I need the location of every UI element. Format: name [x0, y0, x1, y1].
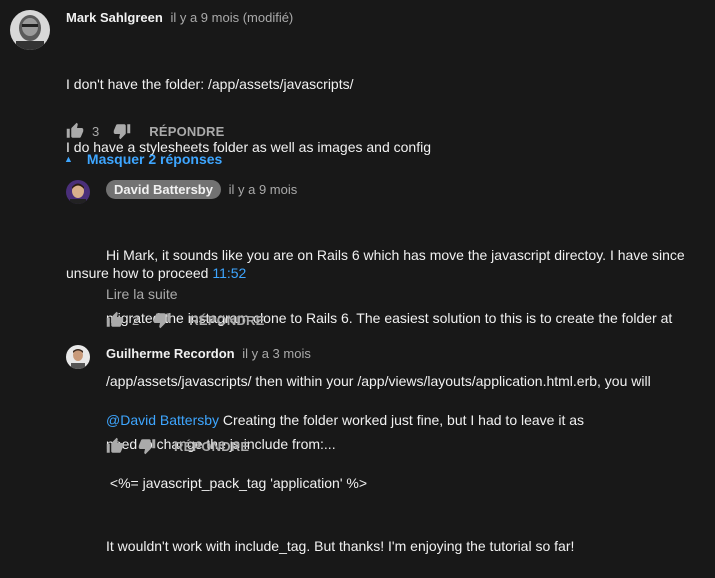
like-count: 2 [132, 312, 140, 328]
reply-line: Hi Mark, it sounds like you are on Rails… [106, 247, 685, 263]
thumb-down-icon[interactable] [113, 122, 131, 140]
hide-replies-button[interactable]: ▲ Masquer 2 réponses [64, 151, 222, 167]
avatar[interactable] [10, 10, 50, 50]
reply-button[interactable]: RÉPONDRE [149, 124, 224, 139]
comment-time[interactable]: il y a 3 mois [242, 346, 311, 361]
like-count: 3 [92, 123, 100, 139]
comment-time[interactable]: il y a 9 mois (modifié) [170, 10, 293, 25]
comment-time[interactable]: il y a 9 mois [229, 182, 298, 197]
reply-actions: RÉPONDRE [106, 437, 249, 455]
reply-line: @David Battersby Creating the folder wor… [106, 412, 585, 428]
author-name[interactable]: Guilherme Recordon [106, 346, 235, 361]
read-more-link[interactable]: Lire la suite [106, 286, 178, 302]
mention-link[interactable]: @David Battersby [106, 412, 219, 428]
avatar[interactable] [66, 180, 90, 204]
thumb-down-icon[interactable] [138, 437, 156, 455]
caret-up-icon: ▲ [64, 154, 73, 164]
thumb-up-icon[interactable] [106, 311, 124, 329]
author-name[interactable]: David Battersby [106, 180, 221, 199]
reply-actions: 2 RÉPONDRE [106, 311, 265, 329]
thumb-up-icon[interactable] [106, 437, 124, 455]
reply-header: David Battersby il y a 9 mois [106, 180, 297, 199]
avatar[interactable] [66, 345, 90, 369]
reply-text: @David Battersby Creating the folder wor… [106, 368, 584, 578]
thumb-up-icon[interactable] [66, 122, 84, 140]
comment-header: Mark Sahlgreen il y a 9 mois (modifié) [66, 10, 293, 25]
reply-line: It wouldn't work with include_tag. But t… [106, 538, 575, 554]
comment-actions: 3 RÉPONDRE [66, 122, 225, 140]
reply-line: <%= javascript_pack_tag 'application' %> [106, 475, 368, 491]
reply-button[interactable]: RÉPONDRE [174, 439, 249, 454]
comment-line: I don't have the folder: /app/assets/jav… [66, 76, 354, 92]
thumb-down-icon[interactable] [153, 311, 171, 329]
reply-header: Guilherme Recordon il y a 3 mois [106, 346, 311, 361]
hide-replies-label: Masquer 2 réponses [86, 151, 223, 167]
reply-button[interactable]: RÉPONDRE [189, 313, 264, 328]
author-name[interactable]: Mark Sahlgreen [66, 10, 163, 25]
